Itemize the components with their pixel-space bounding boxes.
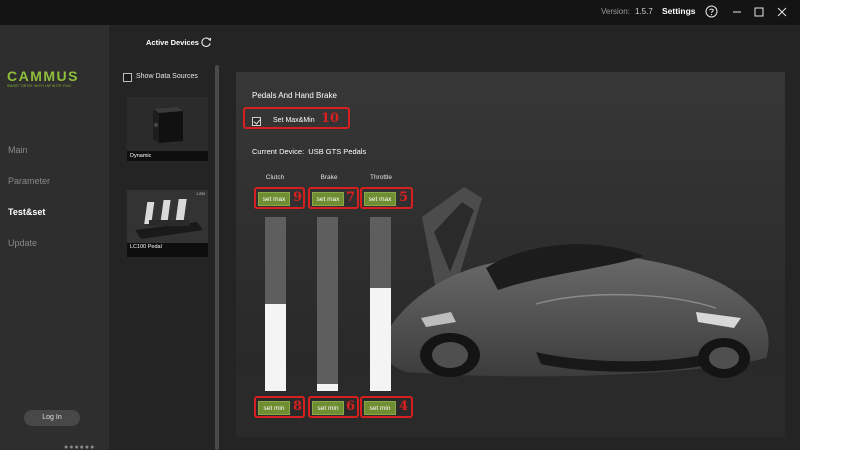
pager-dots: ●●●●●● (64, 444, 96, 450)
throttle-level-bar (370, 217, 391, 391)
sidebar-item-test-set[interactable]: Test&set (8, 207, 45, 217)
annotation-number-4: 4 (399, 399, 409, 414)
sidebar-item-update[interactable]: Update (8, 238, 37, 248)
version-value: 1.5.7 (635, 7, 653, 16)
panel-title: Pedals And Hand Brake (252, 91, 337, 100)
help-icon[interactable] (705, 5, 718, 18)
device-card-dynamic[interactable]: Dynamic (127, 97, 208, 161)
current-device-text: Current Device: USB GTS Pedals (252, 147, 366, 156)
sidebar: CAMMUS SMART DRIVE WITH INFINITE FUN Mai… (0, 25, 109, 450)
annotation-number-6: 6 (346, 399, 356, 414)
annotation-number-5: 5 (399, 190, 409, 205)
sidebar-item-main[interactable]: Main (8, 145, 28, 155)
cammus-logo: CAMMUS (7, 68, 79, 84)
brake-level-bar (317, 217, 338, 391)
pedals-panel: Pedals And Hand Brake Set Max&Min Curren… (236, 72, 785, 437)
version-label: Version: (601, 7, 630, 16)
annotation-number-7: 7 (346, 190, 356, 205)
log-in-button[interactable]: Log In (24, 410, 80, 426)
show-data-sources-label: Show Data Sources (136, 73, 198, 80)
clutch-level-bar (265, 217, 286, 391)
pedal-set-image (127, 190, 208, 243)
device-name: LC100 Pedal (127, 243, 208, 257)
annotation-number-10: 10 (321, 111, 340, 126)
device-card-lc100-pedal[interactable]: 1:253 LC100 Pedal (127, 190, 208, 257)
device-name: Dynamic (127, 151, 208, 161)
main-area: Active Devices Show Data Sources Dynamic (109, 25, 800, 450)
minimize-icon[interactable] (730, 5, 744, 19)
clutch-label: Clutch (265, 174, 285, 181)
thumbnail-text: 1:253 (196, 192, 205, 196)
logo-tagline: SMART DRIVE WITH INFINITE FUN (7, 84, 71, 88)
wheel-base-image (127, 97, 208, 151)
app-window: Version: 1.5.7 Settings CAMMUS SMART DRI… (0, 0, 800, 450)
throttle-label: Throttle (369, 174, 393, 181)
brake-level-fill (317, 384, 338, 391)
clutch-level-fill (265, 304, 286, 391)
show-data-sources-checkbox[interactable] (123, 73, 132, 82)
device-list-scrollbar[interactable] (215, 65, 219, 450)
sidebar-item-parameter[interactable]: Parameter (8, 176, 50, 186)
device-thumbnail: 1:253 (127, 190, 208, 243)
annotation-number-8: 8 (293, 399, 303, 414)
device-thumbnail (127, 97, 208, 151)
settings-button[interactable]: Settings (662, 6, 696, 16)
annotation-number-9: 9 (293, 190, 303, 205)
current-device-name: USB GTS Pedals (308, 147, 367, 156)
brake-label: Brake (320, 174, 338, 181)
current-device-label: Current Device: (252, 147, 305, 156)
close-icon[interactable] (775, 5, 789, 19)
active-devices-title: Active Devices (146, 38, 199, 47)
maximize-icon[interactable] (752, 5, 766, 19)
refresh-icon[interactable] (200, 36, 212, 48)
title-bar: Version: 1.5.7 Settings (0, 0, 800, 25)
throttle-level-fill (370, 288, 391, 391)
